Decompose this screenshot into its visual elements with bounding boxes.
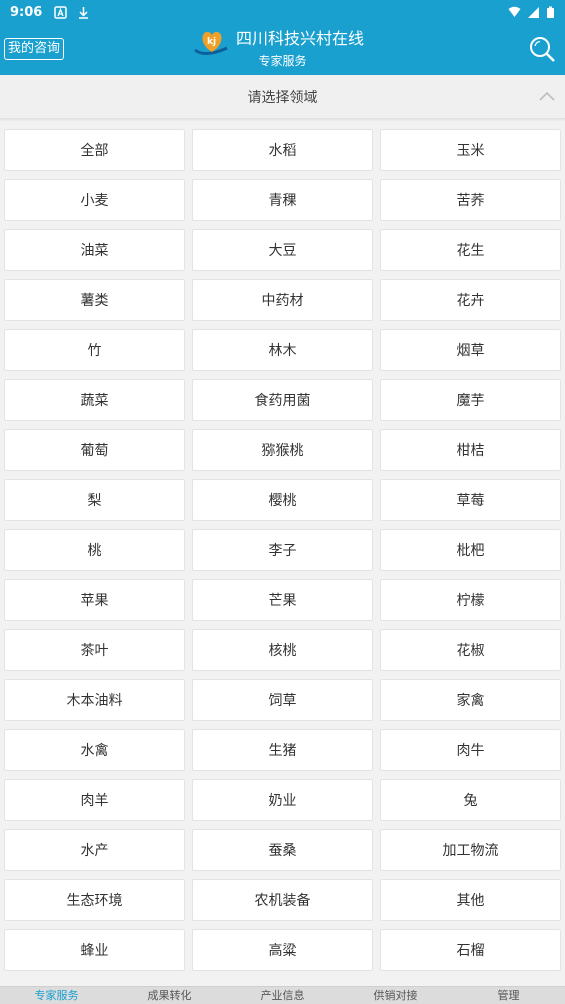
domain-option[interactable]: 木本油料 bbox=[4, 679, 185, 721]
domain-option[interactable]: 花椒 bbox=[380, 629, 561, 671]
domain-option[interactable]: 石榴 bbox=[380, 929, 561, 971]
signal-icon bbox=[528, 6, 539, 18]
domain-option[interactable]: 水产 bbox=[4, 829, 185, 871]
domain-option[interactable]: 芒果 bbox=[192, 579, 373, 621]
nav-tab[interactable]: 产业信息 bbox=[226, 987, 339, 1004]
domain-option[interactable]: 家禽 bbox=[380, 679, 561, 721]
domain-option[interactable]: 肉牛 bbox=[380, 729, 561, 771]
domain-option[interactable]: 兔 bbox=[380, 779, 561, 821]
domain-option[interactable]: 玉米 bbox=[380, 129, 561, 171]
domain-option[interactable]: 林木 bbox=[192, 329, 373, 371]
wifi-icon bbox=[508, 6, 521, 17]
status-system-icons bbox=[508, 6, 555, 19]
domain-option[interactable]: 肉羊 bbox=[4, 779, 185, 821]
domain-option[interactable]: 小麦 bbox=[4, 179, 185, 221]
status-bar: 9:06 bbox=[0, 0, 565, 24]
domain-option[interactable]: 李子 bbox=[192, 529, 373, 571]
domain-grid: 全部 水稻 玉米小麦 青稞 苦荞油菜 大豆 花生薯类 中药材 花卉竹林木 烟草蔬菜 食药用菌 魔芋葡萄… bbox=[4, 129, 561, 971]
nav-tab[interactable]: 管理 bbox=[452, 987, 565, 1004]
domain-option[interactable]: 饲草 bbox=[192, 679, 373, 721]
domain-option[interactable]: 柠檬 bbox=[380, 579, 561, 621]
battery-icon bbox=[547, 6, 554, 18]
search-button[interactable] bbox=[528, 35, 556, 63]
status-time: 9:06 bbox=[10, 4, 43, 20]
domain-option[interactable]: 全部 bbox=[4, 129, 185, 171]
domain-option[interactable]: 樱桃 bbox=[192, 479, 373, 521]
domain-option[interactable]: 青稞 bbox=[192, 179, 373, 221]
app-header: 我的咨询 kj 四川科技兴村在线 专家服务 bbox=[0, 24, 565, 75]
bottom-navigation: 专家服务 成果转化 产业信息 供销对接 管理 bbox=[0, 986, 565, 1004]
domain-option[interactable]: 葡萄 bbox=[4, 429, 185, 471]
nav-tab[interactable]: 供销对接 bbox=[339, 987, 452, 1004]
domain-filter-label: 请选择领域 bbox=[247, 90, 318, 106]
domain-option[interactable]: 花卉 bbox=[380, 279, 561, 321]
domain-option[interactable]: 魔芋 bbox=[380, 379, 561, 421]
domain-option[interactable]: 生猪 bbox=[192, 729, 373, 771]
domain-option[interactable]: 生态环境 bbox=[4, 879, 185, 921]
app-title: 四川科技兴村在线 bbox=[236, 29, 365, 48]
domain-option[interactable]: 苦荞 bbox=[380, 179, 561, 221]
notification-a-icon bbox=[54, 5, 68, 19]
domain-option[interactable]: 奶业 bbox=[192, 779, 373, 821]
domain-option[interactable]: 加工物流 bbox=[380, 829, 561, 871]
domain-option[interactable]: 蜂业 bbox=[4, 929, 185, 971]
domain-option[interactable]: 油菜 bbox=[4, 229, 185, 271]
domain-option[interactable]: 茶叶 bbox=[4, 629, 185, 671]
domain-option[interactable]: 食药用菌 bbox=[192, 379, 373, 421]
domain-option[interactable]: 核桃 bbox=[192, 629, 373, 671]
domain-option[interactable]: 猕猴桃 bbox=[192, 429, 373, 471]
download-icon bbox=[79, 6, 89, 19]
domain-option[interactable]: 薯类 bbox=[4, 279, 185, 321]
domain-option[interactable]: 桃 bbox=[4, 529, 185, 571]
page-subtitle: 专家服务 bbox=[258, 54, 307, 68]
domain-option[interactable]: 烟草 bbox=[380, 329, 561, 371]
domain-option[interactable]: 枇杷 bbox=[380, 529, 561, 571]
domain-option[interactable]: 其他 bbox=[380, 879, 561, 921]
domain-filter-bar[interactable]: 请选择领域 bbox=[0, 75, 565, 119]
domain-option[interactable]: 竹 bbox=[4, 329, 185, 371]
domain-option[interactable]: 柑桔 bbox=[380, 429, 561, 471]
domain-option[interactable]: 水稻 bbox=[192, 129, 373, 171]
domain-option[interactable]: 蔬菜 bbox=[4, 379, 185, 421]
domain-option[interactable]: 苹果 bbox=[4, 579, 185, 621]
domain-option[interactable]: 大豆 bbox=[192, 229, 373, 271]
domain-option[interactable]: 梨 bbox=[4, 479, 185, 521]
domain-option[interactable]: 草莓 bbox=[380, 479, 561, 521]
domain-option[interactable]: 农机装备 bbox=[192, 879, 373, 921]
domain-option[interactable]: 中药材 bbox=[192, 279, 373, 321]
search-icon bbox=[530, 37, 555, 62]
nav-tab[interactable]: 成果转化 bbox=[113, 987, 226, 1004]
chevron-up-icon[interactable] bbox=[538, 89, 556, 103]
domain-option[interactable]: 花生 bbox=[380, 229, 561, 271]
domain-option[interactable]: 高粱 bbox=[192, 929, 373, 971]
domain-option[interactable]: 蚕桑 bbox=[192, 829, 373, 871]
logo-text: kj bbox=[207, 37, 216, 47]
domain-option[interactable]: 水禽 bbox=[4, 729, 185, 771]
nav-tab[interactable]: 专家服务 bbox=[0, 987, 113, 1004]
status-notification-icons bbox=[54, 5, 90, 19]
